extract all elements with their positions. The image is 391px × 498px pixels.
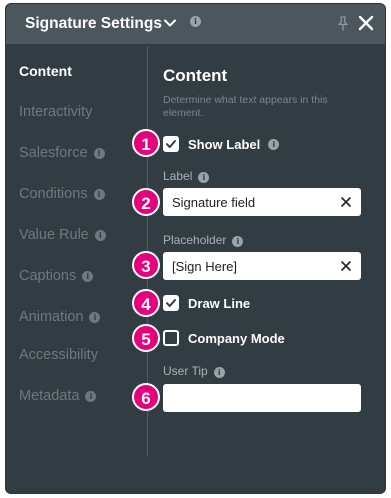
clear-x-icon[interactable]: [340, 260, 352, 272]
info-icon[interactable]: i: [232, 236, 244, 247]
sidebar-item-conditions[interactable]: Conditions i: [19, 185, 105, 203]
panel-header: Signature Settings i: [6, 4, 385, 44]
checkmark-icon: [166, 140, 176, 148]
sidebar-item-interactivity[interactable]: Interactivity: [19, 103, 92, 121]
placeholder-field-label: Placeholder i: [163, 233, 244, 247]
company-mode-row: Company Mode: [163, 329, 285, 347]
sidebar-item-accessibility[interactable]: Accessibility: [19, 346, 98, 364]
info-icon: i: [85, 391, 97, 402]
sidebar-item-salesforce[interactable]: Salesforce i: [19, 144, 105, 162]
draw-line-row: Draw Line: [163, 294, 250, 312]
pin-icon[interactable]: [336, 16, 350, 32]
panel-title: Signature Settings: [25, 15, 162, 32]
section-description: Determine what text appears in this elem…: [163, 94, 328, 119]
company-mode-checkbox[interactable]: [163, 330, 179, 346]
info-icon: i: [93, 148, 105, 159]
draw-line-label: Draw Line: [188, 295, 251, 311]
step-badge-4: 4: [132, 289, 160, 317]
company-mode-label: Company Mode: [188, 330, 285, 346]
step-badge-2: 2: [132, 188, 160, 216]
close-icon[interactable]: [358, 15, 374, 31]
user-tip-input[interactable]: [163, 384, 361, 412]
placeholder-input[interactable]: [163, 252, 361, 280]
info-icon: i: [93, 189, 105, 200]
show-label-checkbox[interactable]: [163, 136, 179, 152]
label-input[interactable]: [163, 188, 361, 216]
info-icon[interactable]: i: [190, 16, 201, 27]
sidebar-item-metadata[interactable]: Metadata i: [19, 387, 97, 405]
step-badge-1: 1: [132, 129, 160, 157]
signature-settings-panel: Signature Settings i Content Interactivi…: [5, 3, 386, 494]
step-badge-5: 5: [132, 324, 160, 352]
draw-line-checkbox[interactable]: [163, 295, 179, 311]
sidebar-item-captions[interactable]: Captions i: [19, 267, 94, 285]
show-label-label: Show Label: [188, 136, 261, 152]
sidebar-item-value-rule[interactable]: Value Rule i: [19, 226, 106, 244]
step-badge-6: 6: [132, 383, 160, 411]
step-badge-3: 3: [132, 251, 160, 279]
info-icon[interactable]: i: [268, 138, 280, 150]
section-title: Content: [163, 66, 228, 85]
info-icon: i: [89, 312, 101, 323]
info-icon: i: [82, 271, 94, 282]
chevron-down-icon[interactable]: [163, 16, 177, 30]
label-field-label: Label i: [163, 169, 210, 183]
info-icon[interactable]: i: [213, 367, 225, 378]
info-icon: i: [94, 230, 106, 241]
sidebar-item-content[interactable]: Content: [19, 62, 72, 80]
checkmark-icon: [166, 299, 176, 307]
user-tip-label: User Tip i: [163, 364, 225, 378]
show-label-row: Show Label i: [163, 135, 280, 153]
sidebar-item-animation[interactable]: Animation i: [19, 308, 101, 326]
clear-x-icon[interactable]: [340, 196, 352, 208]
info-icon[interactable]: i: [198, 172, 210, 183]
